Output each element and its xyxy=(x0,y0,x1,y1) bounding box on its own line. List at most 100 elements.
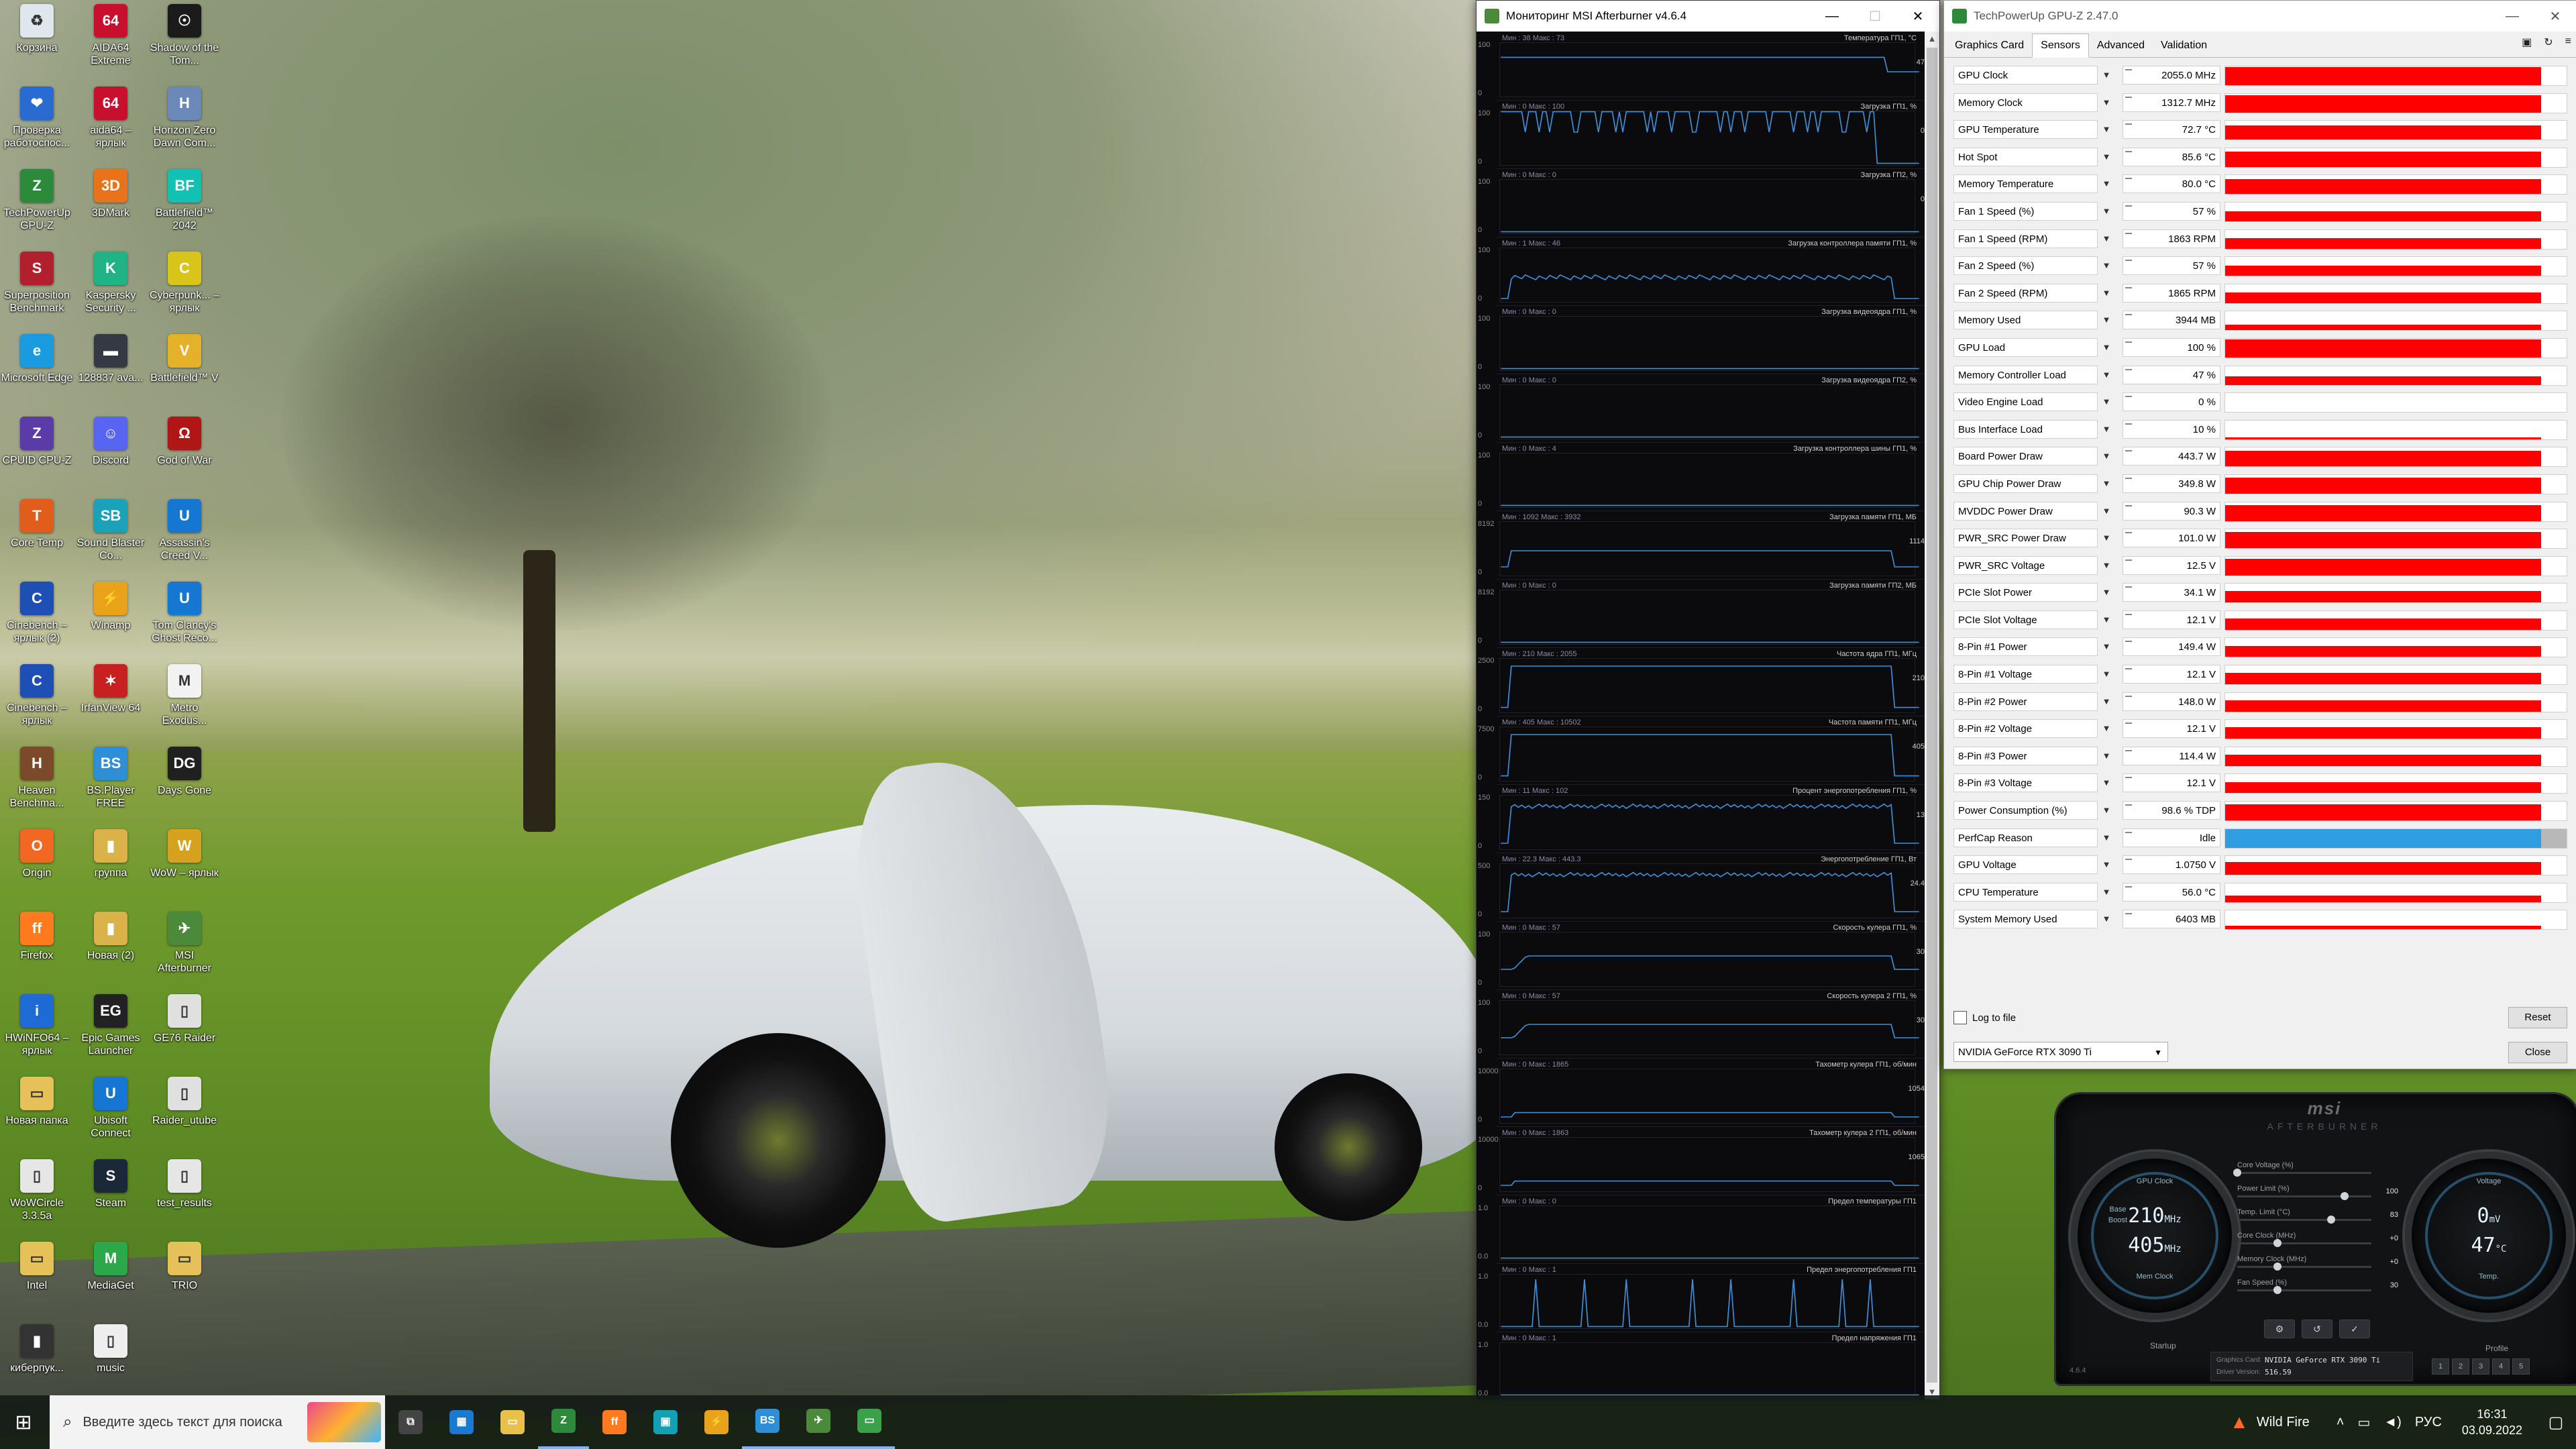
log-to-file-checkbox[interactable]: Log to file xyxy=(1953,1011,2016,1024)
desktop-icon[interactable]: ▮ Новая (2) xyxy=(74,912,148,962)
chevron-down-icon[interactable]: ▼ xyxy=(2100,66,2113,85)
chevron-down-icon[interactable]: ▼ xyxy=(2100,801,2113,820)
slider-track[interactable] xyxy=(2233,1169,2371,1177)
chevron-down-icon[interactable]: ▼ xyxy=(2100,773,2113,792)
profile-slot-button[interactable]: 2 xyxy=(2452,1358,2469,1375)
slider-track[interactable] xyxy=(2237,1239,2371,1247)
taskbar-app-msi-afterburner[interactable]: ✈ xyxy=(793,1395,844,1449)
taskbar-app-task-view[interactable]: ⧉ xyxy=(385,1395,436,1449)
desktop-icon[interactable]: ♻ Корзина xyxy=(0,4,74,54)
taskbar-app-bsplayer[interactable]: BS xyxy=(742,1395,793,1449)
chevron-down-icon[interactable]: ▼ xyxy=(2100,338,2113,357)
desktop-icon[interactable]: ☺ Discord xyxy=(74,417,148,467)
desktop-icon[interactable]: C Cinebench – ярлык xyxy=(0,664,74,727)
volume-icon[interactable]: ◄) xyxy=(2383,1415,2401,1430)
desktop-icon[interactable]: ▬ 128837 ava... xyxy=(74,334,148,384)
desktop-icon[interactable]: ▭ Новая папка xyxy=(0,1077,74,1127)
desktop-icon[interactable]: S Superposition Benchmark xyxy=(0,252,74,315)
desktop-icon[interactable]: M Metro Exodus... xyxy=(148,664,221,727)
desktop-icon[interactable]: ▭ Intel xyxy=(0,1242,74,1292)
reset-icon[interactable]: ↺ xyxy=(2302,1320,2332,1338)
desktop-icon[interactable]: S Steam xyxy=(74,1159,148,1210)
desktop-icon[interactable]: ▮ группа xyxy=(74,829,148,879)
chevron-down-icon[interactable]: ▼ xyxy=(2100,366,2113,384)
tab-validation[interactable]: Validation xyxy=(2153,34,2215,57)
desktop-icon[interactable]: i HWiNFO64 – ярлык xyxy=(0,994,74,1057)
desktop-icon[interactable]: ff Firefox xyxy=(0,912,74,962)
minimize-button[interactable]: — xyxy=(2491,9,2534,24)
camera-icon[interactable]: ▣ xyxy=(2522,36,2532,49)
chevron-down-icon[interactable]: ▼ xyxy=(2100,665,2113,684)
desktop-icon[interactable]: e Microsoft Edge xyxy=(0,334,74,384)
afterburner-slider[interactable]: Fan Speed (%) 30 xyxy=(2231,1279,2398,1302)
language-indicator[interactable]: РУС xyxy=(2415,1415,2442,1430)
desktop-icon[interactable]: Ω God of War xyxy=(148,417,221,467)
desktop-icon[interactable]: Z TechPowerUp GPU-Z xyxy=(0,169,74,232)
chevron-down-icon[interactable]: ▼ xyxy=(2100,883,2113,902)
desktop-icon[interactable]: C Cinebench – ярлык (2) xyxy=(0,582,74,645)
taskbar-search[interactable]: ⌕ Введите здесь текст для поиска xyxy=(50,1395,385,1449)
desktop-icon[interactable]: H Horizon Zero Dawn Com... xyxy=(148,87,221,150)
desktop-icon[interactable]: ▭ TRIO xyxy=(148,1242,221,1292)
desktop-icon[interactable]: U Tom Clancy's Ghost Reco... xyxy=(148,582,221,645)
reset-button[interactable]: Reset xyxy=(2508,1007,2567,1028)
chevron-down-icon[interactable]: ▼ xyxy=(2100,174,2113,193)
desktop-icon[interactable]: DG Days Gone xyxy=(148,747,221,797)
notification-icon[interactable]: ▢ xyxy=(2536,1413,2576,1432)
slider-knob[interactable] xyxy=(2341,1192,2349,1200)
desktop-icon[interactable]: ▯ Raider_utube xyxy=(148,1077,221,1127)
chevron-down-icon[interactable]: ▼ xyxy=(2100,256,2113,275)
gpu-select[interactable]: NVIDIA GeForce RTX 3090 Ti ▼ xyxy=(1953,1042,2168,1062)
taskbar-app-media[interactable]: ▣ xyxy=(640,1395,691,1449)
desktop-icon[interactable]: BF Battlefield™ 2042 xyxy=(148,169,221,232)
chevron-down-icon[interactable]: ▼ xyxy=(2100,583,2113,602)
tab-graphics-card[interactable]: Graphics Card xyxy=(1947,34,2032,57)
desktop-icon[interactable]: 64 aida64 – ярлык xyxy=(74,87,148,150)
slider-track[interactable] xyxy=(2237,1286,2371,1294)
afterburner-slider[interactable]: Core Voltage (%) xyxy=(2231,1161,2398,1185)
chevron-down-icon[interactable]: ▼ xyxy=(2100,529,2113,547)
chevron-down-icon[interactable]: ▼ xyxy=(2100,311,2113,329)
close-button[interactable]: Close xyxy=(2508,1042,2567,1063)
desktop-icon[interactable]: ▮ киберпук... xyxy=(0,1324,74,1375)
windows-start-icon[interactable]: ⊞ xyxy=(0,1395,47,1449)
menu-icon[interactable]: ≡ xyxy=(2565,36,2571,49)
desktop-icon[interactable]: U Assassin's Creed V... xyxy=(148,499,221,562)
startup-label[interactable]: Startup xyxy=(2150,1341,2176,1350)
desktop-icon[interactable]: C Cyberpunk... – ярлык xyxy=(148,252,221,315)
desktop-icon[interactable]: BS BS.Player FREE xyxy=(74,747,148,810)
taskbar-app-calculator[interactable]: ▦ xyxy=(436,1395,487,1449)
slider-knob[interactable] xyxy=(2273,1239,2282,1247)
chevron-down-icon[interactable]: ▼ xyxy=(2100,692,2113,711)
maximize-button[interactable]: ☐ xyxy=(1854,8,1896,25)
afterburner-main-window[interactable]: msi AFTERBURNER GPU Clock Base Boost 210… xyxy=(2054,1092,2576,1386)
chevron-down-icon[interactable]: ▼ xyxy=(2100,93,2113,112)
chevron-down-icon[interactable]: ▼ xyxy=(2100,284,2113,303)
desktop-icon[interactable]: Z CPUID CPU-Z xyxy=(0,417,74,467)
chevron-down-icon[interactable]: ▼ xyxy=(2100,556,2113,575)
chevron-down-icon[interactable]: ▼ xyxy=(2100,392,2113,411)
gpuz-window[interactable]: TechPowerUp GPU-Z 2.47.0 — ✕ Graphics Ca… xyxy=(1943,0,2576,1069)
afterburner-slider[interactable]: Temp. Limit (°C) 83 xyxy=(2231,1208,2398,1232)
desktop-icon[interactable]: T Core Temp xyxy=(0,499,74,549)
desktop-icon[interactable]: ☉ Shadow of the Tom... xyxy=(148,4,221,67)
chevron-down-icon[interactable]: ▼ xyxy=(2100,747,2113,765)
slider-track[interactable] xyxy=(2237,1263,2371,1271)
taskbar-app-firefox[interactable]: ff xyxy=(589,1395,640,1449)
scrollbar-thumb[interactable] xyxy=(1927,48,1937,1383)
desktop-icon[interactable]: ▯ GE76 Raider xyxy=(148,994,221,1044)
desktop-icon[interactable]: ✶ IrfanView 64 xyxy=(74,664,148,714)
chevron-down-icon[interactable]: ▼ xyxy=(2100,474,2113,493)
desktop-icon[interactable]: M MediaGet xyxy=(74,1242,148,1292)
chevron-down-icon[interactable]: ▼ xyxy=(2100,120,2113,139)
minimize-button[interactable]: — xyxy=(1811,9,1854,24)
desktop-icon[interactable]: 64 AIDA64 Extreme xyxy=(74,4,148,67)
monitor-scrollbar[interactable]: ▲ ▼ xyxy=(1925,32,1939,1399)
afterburner-monitor-window[interactable]: Мониторинг MSI Afterburner v4.6.4 — ☐ ✕ … xyxy=(1476,0,1940,1401)
profile-slot-button[interactable]: 4 xyxy=(2492,1358,2510,1375)
chevron-down-icon[interactable]: ▼ xyxy=(2100,910,2113,928)
afterburner-slider[interactable]: Power Limit (%) 100 xyxy=(2231,1185,2398,1208)
taskbar-app-gpu-z[interactable]: Z xyxy=(538,1395,589,1449)
chevron-down-icon[interactable]: ▼ xyxy=(2100,610,2113,629)
slider-knob[interactable] xyxy=(2327,1216,2335,1224)
